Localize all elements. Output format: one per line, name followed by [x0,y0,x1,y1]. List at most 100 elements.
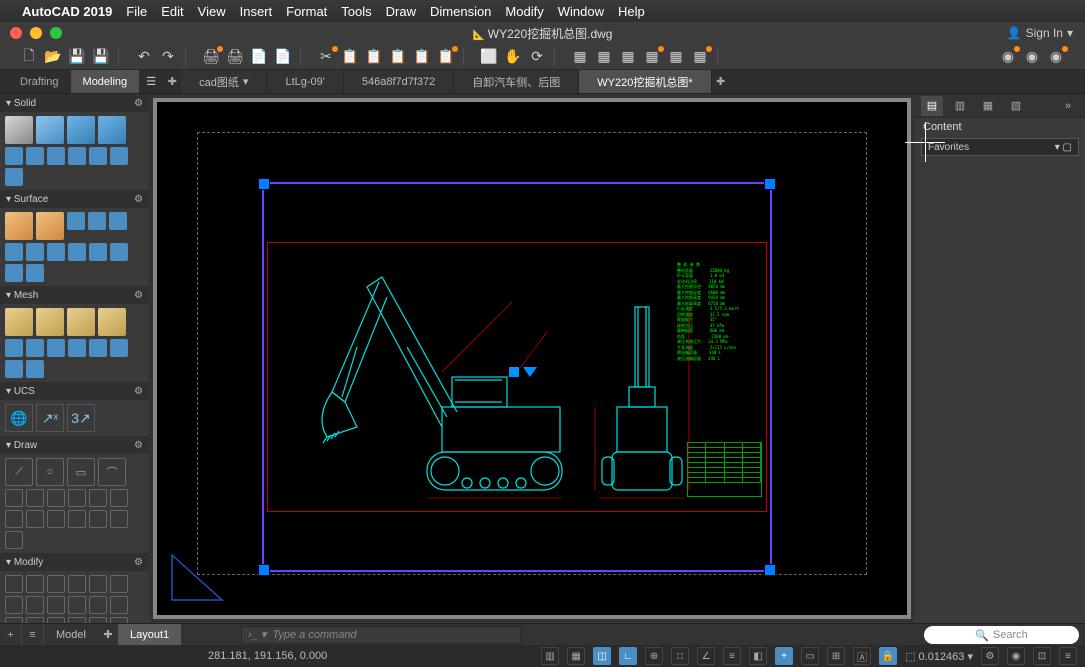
grip-bl[interactable] [259,565,269,575]
chamfer-tool[interactable] [26,617,44,623]
mesh-face-tool[interactable] [5,339,23,357]
mesh-extrude-tool[interactable] [47,339,65,357]
thicken-tool[interactable] [89,147,107,165]
grid-toggle[interactable]: ▦ [567,647,585,665]
sweep-tool[interactable] [98,116,126,144]
move-tool[interactable] [5,575,23,593]
surf-trim-tool[interactable] [26,243,44,261]
array-tool[interactable] [47,596,65,614]
gear-icon[interactable]: ⚙ [134,290,143,301]
favorites-dropdown[interactable]: Favorites ▾ ▢ [921,138,1079,156]
anno-scale-value[interactable]: ⬚ 0.012463 ▾ [905,650,973,663]
cut-icon[interactable]: ✂ [317,48,335,66]
surf-extract-tool[interactable] [5,264,23,282]
slice-tool[interactable] [68,147,86,165]
surf-blend-tool[interactable] [88,212,106,230]
mesh-split-tool[interactable] [26,339,44,357]
lwt-toggle[interactable]: ≡ [723,647,741,665]
orbit-icon[interactable]: ⟳ [528,48,546,66]
search-box[interactable]: 🔍 Search [924,626,1079,644]
panel-surface-header[interactable]: ▾ Surface⚙ [0,190,149,208]
paste-special-icon[interactable]: 📋 [413,48,431,66]
gear-icon[interactable]: ⚙ [134,440,143,451]
trim-tool[interactable] [47,575,65,593]
helix-tool[interactable] [5,510,23,528]
cloud-icon[interactable]: ◉ [999,48,1017,66]
content-tab[interactable]: ▤ [921,96,943,116]
tool-palette-icon[interactable]: ▦ [643,48,661,66]
imprint-tool[interactable] [110,147,128,165]
gear-icon[interactable]: ⚙ [134,557,143,568]
mesh-box-tool[interactable] [5,308,33,336]
hatch-tool[interactable] [68,489,86,507]
transparency-toggle[interactable]: ◧ [749,647,767,665]
workspace-modeling[interactable]: Modeling [71,70,140,93]
doctab-0[interactable]: cad图纸▾ [181,70,267,93]
layout1-tab[interactable]: Layout1 [118,624,181,645]
wipeout-tool[interactable] [89,510,107,528]
scale-tool[interactable] [110,575,128,593]
layout-list-button[interactable]: ≡ [22,624,44,645]
plot-icon[interactable]: 🖨 [202,48,220,66]
open-icon[interactable]: 📂 [44,48,62,66]
join-tool[interactable] [89,617,107,623]
menu-modify[interactable]: Modify [505,4,543,19]
new-layout-button[interactable]: ✚ [98,624,118,645]
window-minimize-button[interactable] [30,27,42,39]
gear-icon[interactable]: ⚙ [134,386,143,397]
anno-scale-lock[interactable]: 🔒 [879,647,897,665]
save-icon[interactable]: 💾 [68,48,86,66]
break-tool[interactable] [68,617,86,623]
mesh-spin-tool[interactable] [5,360,23,378]
clip-icon[interactable]: 📋 [437,48,455,66]
surf-network-tool[interactable] [5,212,33,240]
coordinates-readout[interactable]: 281.181, 191.156, 0.000 [208,650,327,662]
command-line[interactable]: ›_ ▾ Type a command [241,626,521,644]
add-tab-button[interactable]: ✚ [163,70,181,93]
hardware-accel[interactable]: ◉ [1007,647,1025,665]
ray-tool[interactable] [47,510,65,528]
panel-ucs-header[interactable]: ▾ UCS⚙ [0,382,149,400]
blocks-tab[interactable]: ▧ [1005,96,1027,116]
surf-fillet-tool[interactable] [110,243,128,261]
surf-offset-tool[interactable] [5,243,23,261]
surf-extend-tool[interactable] [68,243,86,261]
mesh-refine-tool[interactable] [67,308,95,336]
revision-tool[interactable] [5,531,23,549]
align-tool[interactable] [47,617,65,623]
grip-tr[interactable] [765,179,775,189]
sheet-set-icon[interactable]: ▦ [667,48,685,66]
customize-status[interactable]: ≡ [1059,647,1077,665]
workspace-switch[interactable]: ⚙ [981,647,999,665]
extend-tool[interactable] [68,575,86,593]
ellipse-tool[interactable] [47,489,65,507]
menu-view[interactable]: View [198,4,226,19]
surf-loft-tool[interactable] [36,212,64,240]
doctab-4[interactable]: WY220挖掘机总图* [579,70,711,93]
snap-toggle[interactable]: ◫ [593,647,611,665]
menu-file[interactable]: File [126,4,147,19]
mesh-close-tool[interactable] [89,339,107,357]
ortho-toggle[interactable]: ∟ [619,647,637,665]
properties-tab[interactable]: ▥ [949,96,971,116]
drawing-area[interactable]: 整 机 参 数 整机质量 22000 kg 铲斗容量 1.0 m3 发动机功率 … [149,94,915,623]
mesh-collapse-tool[interactable] [110,339,128,357]
gear-icon[interactable]: ⚙ [134,194,143,205]
grip-br[interactable] [765,565,775,575]
workspace-drafting[interactable]: Drafting [8,70,71,93]
doctab-3[interactable]: 自卸汽车侧、后图 [454,70,579,93]
isolate-toggle[interactable]: ⊡ [1033,647,1051,665]
line-tool[interactable] [5,489,23,507]
point-tool[interactable] [89,489,107,507]
new-icon[interactable]: 🗋 [20,48,38,66]
box-tool[interactable] [5,116,33,144]
menu-dimension[interactable]: Dimension [430,4,491,19]
publish-icon[interactable]: 📄 [250,48,268,66]
polyline-tool[interactable]: ⟋ [5,458,33,486]
doctab-2[interactable]: 546a8f7d7f372 [344,70,454,93]
union-tool[interactable] [5,147,23,165]
qp-toggle[interactable]: ▭ [801,647,819,665]
reverse-tool[interactable] [110,617,128,623]
circle-tool[interactable]: ○ [36,458,64,486]
notify-icon[interactable]: ◉ [1047,48,1065,66]
